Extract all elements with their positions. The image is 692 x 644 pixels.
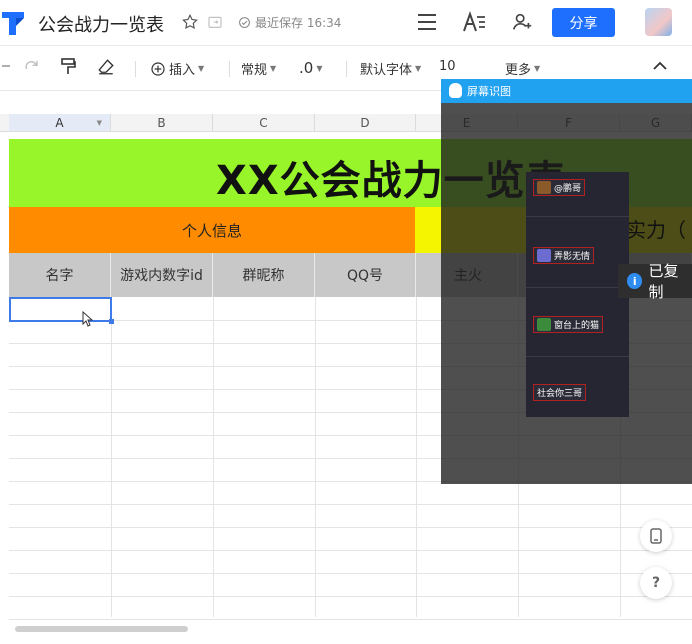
list-item[interactable]: 窗台上的猫 [533, 316, 604, 333]
toast-text: 已复制 [648, 262, 679, 301]
menu-icon[interactable] [416, 11, 438, 33]
insert-label: 插入 [169, 63, 196, 78]
recognized-avatar-list [526, 172, 629, 417]
panel-title: 屏幕识图 [467, 85, 511, 98]
font-family-select[interactable]: 默认字体 ▼ [360, 59, 421, 78]
mouse-cursor-icon [82, 311, 93, 327]
grid-col-line [111, 297, 112, 617]
select-all-corner[interactable] [0, 114, 9, 132]
undo-icon[interactable] [0, 57, 10, 75]
help-icon: ? [651, 575, 661, 591]
check-circle-icon [239, 17, 250, 28]
format-painter-icon[interactable] [60, 58, 76, 76]
collapse-toolbar-icon[interactable] [653, 61, 667, 71]
info-icon: i [627, 273, 643, 289]
header-cell-game-id[interactable]: 游戏内数字id [111, 253, 213, 297]
font-family-label: 默认字体 [360, 63, 413, 78]
mobile-view-button[interactable] [640, 520, 672, 552]
chevron-down-icon: ▼ [198, 64, 205, 73]
avatar-icon [537, 318, 551, 331]
grid-col-line [416, 297, 417, 617]
document-title[interactable]: 公会战力一览表 [38, 11, 164, 37]
number-format-select[interactable]: 常规 ▼ [241, 59, 276, 78]
font-size-select[interactable]: 10 [439, 59, 456, 74]
plus-circle-icon [151, 61, 165, 76]
column-header-d[interactable]: D [315, 114, 416, 132]
chevron-down-icon: ▼ [534, 64, 541, 73]
insert-menu[interactable]: 插入 ▼ [150, 59, 204, 78]
header-cell-name[interactable]: 名字 [9, 253, 111, 297]
share-button[interactable]: 分享 [552, 8, 615, 37]
chevron-down-icon: ▼ [316, 63, 323, 73]
top-bar: 公会战力一览表 最近保存 16:34 分享 [0, 0, 692, 46]
decimal-places-button[interactable]: .0 ▼ [299, 59, 322, 77]
list-divider [526, 216, 629, 217]
add-collaborator-icon[interactable] [510, 10, 534, 34]
help-button[interactable]: ? [640, 567, 672, 599]
number-format-label: 常规 [241, 63, 268, 78]
avatar-icon [537, 181, 551, 194]
grid-row-line [9, 619, 692, 620]
copied-toast: i 已复制 [618, 262, 692, 301]
fill-handle[interactable] [109, 319, 114, 324]
chevron-down-icon: ▼ [415, 64, 422, 73]
clear-format-icon[interactable] [97, 58, 115, 76]
column-header-a[interactable]: A ▼ [9, 114, 111, 132]
phone-icon [650, 528, 662, 544]
grid-col-line [213, 297, 214, 617]
toolbar-divider [229, 61, 230, 77]
more-menu[interactable]: 更多 ▼ [505, 59, 540, 78]
chevron-down-icon: ▼ [270, 64, 277, 73]
selected-cell-a3[interactable] [9, 297, 112, 322]
list-divider [526, 287, 629, 288]
save-status-text: 最近保存 16:34 [255, 16, 342, 30]
font-size-label: 10 [439, 59, 456, 74]
avatar[interactable] [645, 8, 672, 36]
more-label: 更多 [505, 63, 532, 78]
app-logo-icon[interactable] [0, 8, 26, 38]
grid-col-line [315, 297, 316, 617]
avatar-icon [537, 249, 551, 262]
star-icon[interactable] [180, 12, 200, 32]
toolbar-divider [135, 61, 136, 77]
decimal-label: .0 [299, 59, 314, 77]
text-format-icon[interactable] [461, 10, 487, 34]
header-cell-nickname[interactable]: 群昵称 [213, 253, 315, 297]
list-item[interactable]: @鹏哥 [533, 179, 586, 196]
personal-info-cell[interactable]: 个人信息 [9, 207, 415, 253]
save-status: 最近保存 16:34 [238, 14, 341, 31]
header-cell-qq[interactable]: QQ号 [315, 253, 416, 297]
screen-recognition-titlebar[interactable]: 屏幕识图 [441, 79, 692, 103]
redo-icon[interactable] [22, 57, 40, 75]
list-item[interactable]: 社会你三哥 [533, 384, 587, 401]
chevron-down-icon: ▼ [96, 118, 102, 127]
horizontal-scrollbar[interactable] [15, 626, 188, 632]
list-divider [526, 356, 629, 357]
column-header-c[interactable]: C [213, 114, 315, 132]
qq-penguin-icon [449, 83, 462, 98]
move-folder-icon[interactable] [206, 13, 224, 31]
column-header-b[interactable]: B [111, 114, 213, 132]
strength-section-label: 实力（ [626, 218, 686, 242]
list-item[interactable]: 弄影无情 [533, 247, 595, 264]
toolbar-divider [346, 61, 347, 77]
